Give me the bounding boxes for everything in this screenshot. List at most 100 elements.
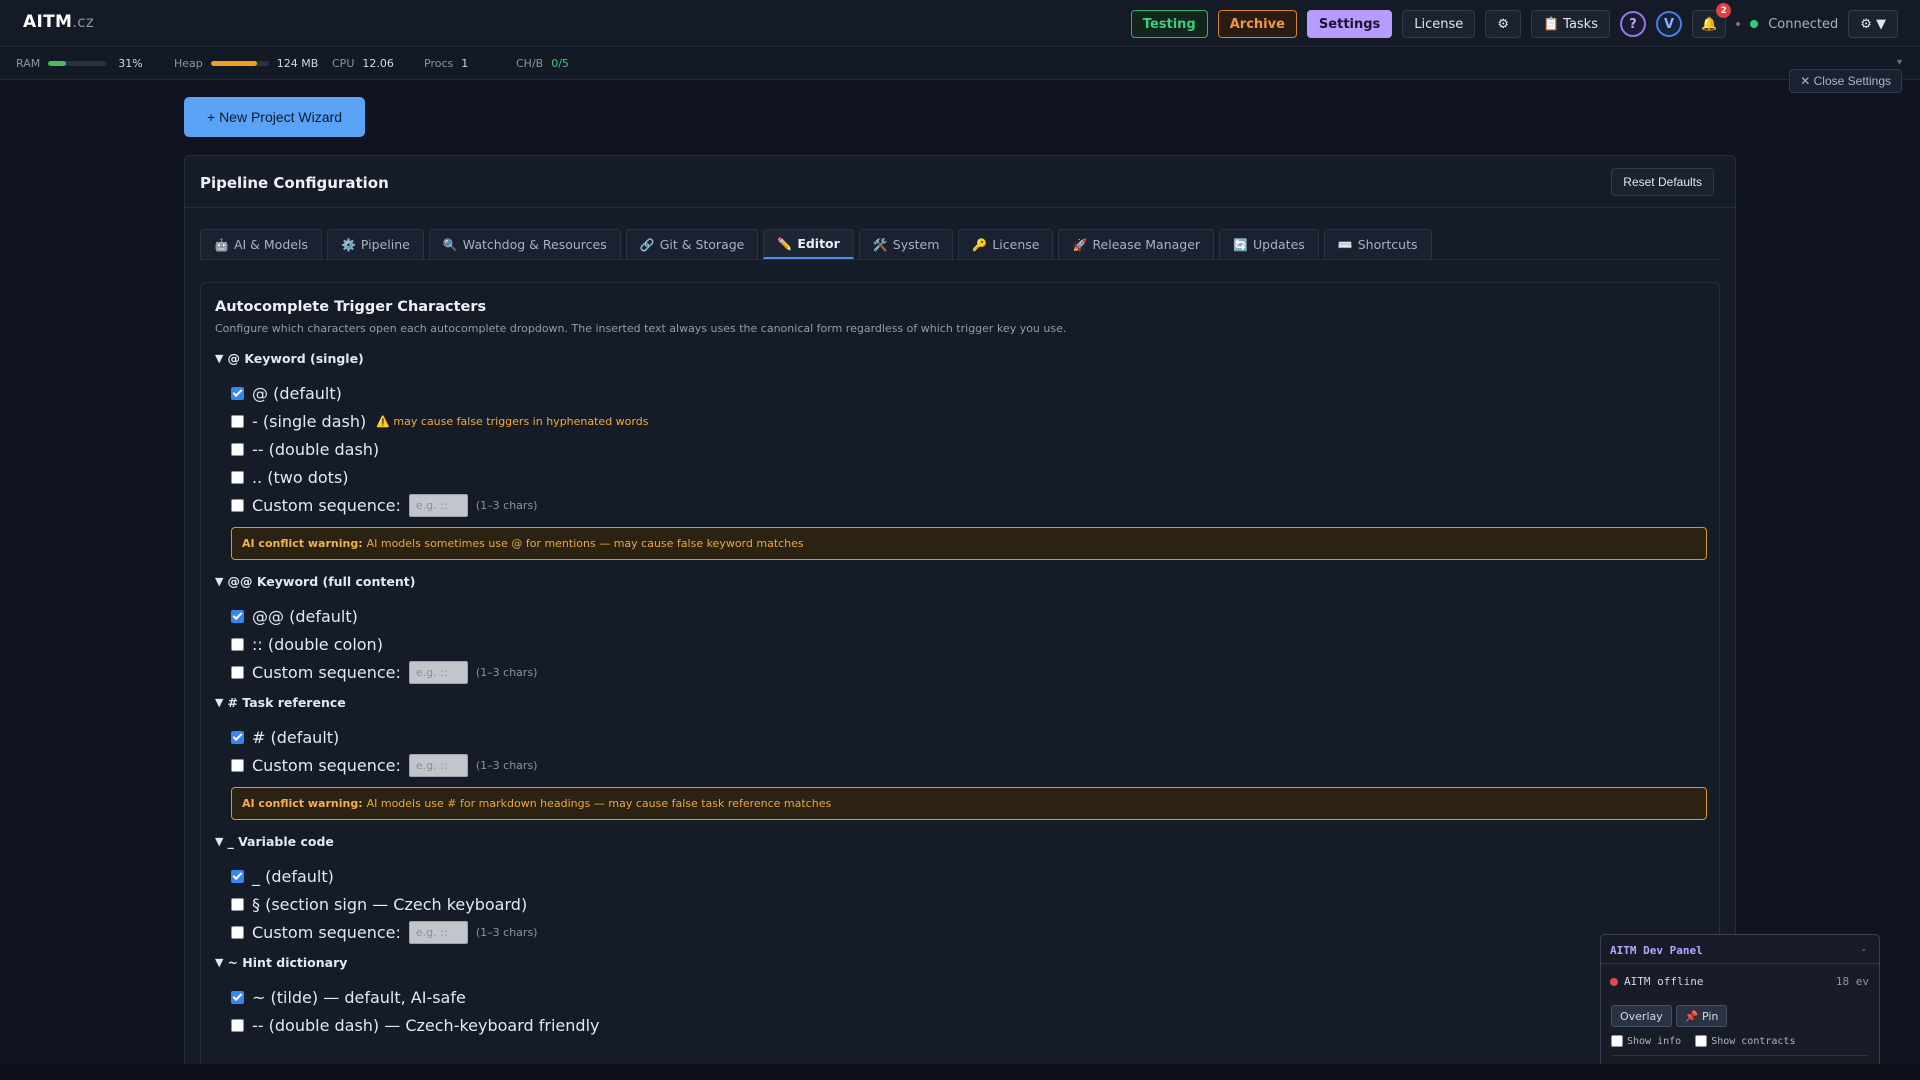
custom-sequence-checkbox[interactable] (231, 759, 244, 772)
option-checkbox[interactable] (231, 870, 244, 883)
custom-sequence-input[interactable] (408, 921, 468, 944)
tab-release-manager[interactable]: 🚀 Release Manager (1058, 229, 1215, 259)
custom-sequence-option[interactable]: Custom sequence: (1–3 chars) (231, 494, 537, 517)
tab-label: Editor (797, 236, 840, 251)
trigger-option[interactable]: § (section sign — Czech keyboard) (231, 895, 527, 914)
archive-button[interactable]: Archive (1217, 10, 1297, 38)
app-logo[interactable]: AITM.cz (23, 12, 94, 32)
trigger-option[interactable]: ~ (tilde) — default, AI-safe (231, 988, 466, 1007)
custom-sequence-input[interactable] (408, 754, 468, 777)
custom-sequence-checkbox[interactable] (231, 926, 244, 939)
pipeline-configuration-panel: Pipeline Configuration Reset Defaults 🤖 A… (184, 155, 1736, 1080)
license-button[interactable]: License (1402, 10, 1476, 38)
tab-icon: ⌨️ (1337, 237, 1353, 252)
tab-label: Shortcuts (1357, 237, 1418, 252)
trigger-option[interactable]: # (default) (231, 728, 339, 747)
user-avatar[interactable]: V (1656, 11, 1682, 37)
option-checkbox[interactable] (231, 415, 244, 428)
option-checkbox[interactable] (231, 443, 244, 456)
show-info-toggle[interactable]: Show info (1611, 1035, 1681, 1047)
custom-sequence-input[interactable] (408, 494, 468, 517)
tab-editor[interactable]: ✏️ Editor (763, 229, 854, 259)
length-hint: (1–3 chars) (475, 499, 538, 512)
divider (1601, 963, 1879, 964)
tab-watchdog-resources[interactable]: 🔍 Watchdog & Resources (428, 229, 621, 259)
chb-value: 0/5 (551, 57, 569, 70)
notifications-button[interactable]: 🔔 2 (1692, 3, 1732, 38)
option-checkbox[interactable] (231, 638, 244, 651)
panel-title: Pipeline Configuration (200, 174, 389, 192)
show-contracts-label: Show contracts (1711, 1035, 1796, 1047)
trigger-option[interactable]: -- (double dash) (231, 440, 379, 459)
tab-updates[interactable]: 🔄 Updates (1219, 229, 1319, 259)
chb-stat: CH/B 0/5 (516, 57, 569, 70)
option-checkbox[interactable] (231, 471, 244, 484)
tab-label: Release Manager (1092, 237, 1201, 252)
group-header[interactable]: ▼ _ Variable code (215, 834, 334, 849)
overlay-button[interactable]: Overlay (1611, 1005, 1672, 1027)
tasks-button[interactable]: 📋 Tasks (1530, 10, 1610, 38)
reset-defaults-button[interactable]: Reset Defaults (1611, 168, 1714, 196)
pin-button[interactable]: 📌 Pin (1675, 1005, 1728, 1027)
option-label: ~ (tilde) — default, AI-safe (252, 988, 466, 1007)
option-checkbox[interactable] (231, 898, 244, 911)
settings-button[interactable]: Settings (1306, 10, 1393, 38)
group-header[interactable]: ▼ # Task reference (215, 695, 346, 710)
custom-sequence-option[interactable]: Custom sequence: (1–3 chars) (231, 754, 537, 777)
custom-sequence-checkbox[interactable] (231, 499, 244, 512)
collapse-stats-icon[interactable]: ▾ (1897, 57, 1902, 68)
show-contracts-toggle[interactable]: Show contracts (1695, 1035, 1795, 1047)
ram-bar-fill (48, 61, 67, 66)
option-checkbox[interactable] (231, 991, 244, 1004)
chb-label: CH/B (516, 57, 544, 70)
tab-system[interactable]: 🛠️ System (858, 229, 954, 259)
caret-down-icon: ▼ (215, 575, 224, 588)
trigger-option[interactable]: @ (default) (231, 384, 342, 403)
bottom-strip (0, 1064, 1920, 1080)
tab-shortcuts[interactable]: ⌨️ Shortcuts (1323, 229, 1432, 259)
option-checkbox[interactable] (231, 731, 244, 744)
group-header[interactable]: ▼ @@ Keyword (full content) (215, 574, 415, 589)
custom-sequence-input[interactable] (408, 661, 468, 684)
custom-sequence-option[interactable]: Custom sequence: (1–3 chars) (231, 661, 537, 684)
tab-label: Updates (1253, 237, 1305, 252)
close-settings-button[interactable]: ✕ Close Settings (1789, 69, 1902, 93)
tab-label: Git & Storage (659, 237, 745, 252)
group-title: _ Variable code (227, 834, 334, 849)
group-header[interactable]: ▼ @ Keyword (single) (215, 351, 364, 366)
tab-ai-models[interactable]: 🤖 AI & Models (200, 229, 322, 259)
option-checkbox[interactable] (231, 1019, 244, 1032)
ram-stat: RAM 31% (16, 57, 143, 70)
caret-down-icon: ▼ (215, 835, 224, 848)
trigger-option[interactable]: - (single dash) ⚠️ may cause false trigge… (231, 412, 648, 431)
group-header[interactable]: ▼ ~ Hint dictionary (215, 955, 347, 970)
trigger-option[interactable]: _ (default) (231, 867, 334, 886)
option-checkbox[interactable] (231, 610, 244, 623)
option-checkbox[interactable] (231, 387, 244, 400)
trigger-option[interactable]: :: (double colon) (231, 635, 383, 654)
settings-menu-button[interactable]: ⚙ ▼ (1848, 10, 1898, 38)
offline-dot-icon (1610, 977, 1618, 986)
connection-status: Connected (1768, 16, 1839, 32)
show-contracts-checkbox[interactable] (1695, 1035, 1708, 1047)
event-count: 18 ev (1835, 975, 1869, 988)
trigger-option[interactable]: -- (double dash) — Czech-keyboard friend… (231, 1016, 599, 1035)
help-button[interactable]: ? (1620, 11, 1646, 37)
new-project-wizard-button[interactable]: + New Project Wizard (184, 97, 365, 137)
show-info-label: Show info (1627, 1035, 1682, 1047)
trigger-option[interactable]: .. (two dots) (231, 468, 349, 487)
tab-git-storage[interactable]: 🔗 Git & Storage (625, 229, 759, 259)
option-label: § (section sign — Czech keyboard) (252, 895, 528, 914)
custom-sequence-label: Custom sequence: (252, 923, 401, 942)
conflict-text: AI models sometimes use @ for mentions —… (366, 537, 804, 550)
section-title: Autocomplete Trigger Characters (215, 299, 487, 315)
tab-license[interactable]: 🔑 License (958, 229, 1054, 259)
trigger-option[interactable]: @@ (default) (231, 607, 358, 626)
minimize-icon[interactable]: - (1860, 943, 1867, 956)
gear-button[interactable]: ⚙ (1485, 10, 1521, 38)
tab-pipeline[interactable]: ⚙️ Pipeline (326, 229, 424, 259)
custom-sequence-option[interactable]: Custom sequence: (1–3 chars) (231, 921, 537, 944)
testing-button[interactable]: Testing (1130, 10, 1208, 38)
show-info-checkbox[interactable] (1611, 1035, 1623, 1047)
custom-sequence-checkbox[interactable] (231, 666, 244, 679)
